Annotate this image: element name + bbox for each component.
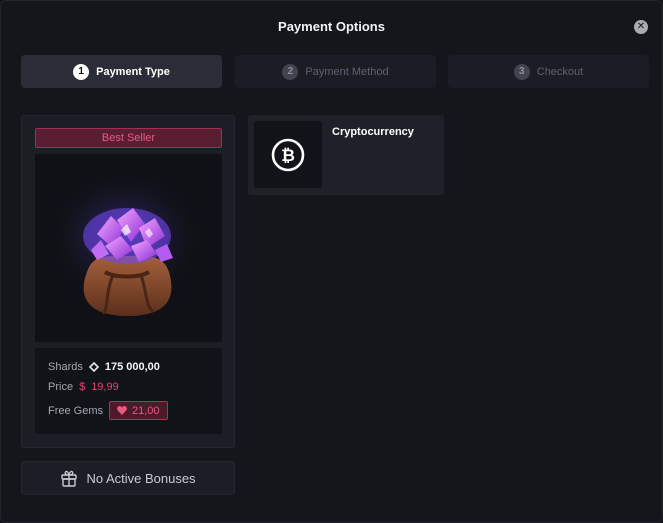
method-icon-box: ₿ — [254, 121, 322, 188]
step-label: Checkout — [536, 65, 584, 78]
tab-checkout[interactable]: 3 Checkout — [448, 55, 649, 88]
tab-payment-type[interactable]: 1 Payment Type — [21, 55, 222, 88]
product-card: Best Seller Shards 175 000,00 Price $ 19… — [21, 115, 235, 448]
step-label: Payment Type — [96, 65, 170, 78]
step-number: 3 — [513, 63, 530, 80]
tab-payment-method[interactable]: 2 Payment Method — [235, 55, 436, 88]
free-gems-value: 21,00 — [132, 404, 160, 417]
price-row: Price $ 19,99 — [48, 381, 119, 393]
step-number: 2 — [282, 63, 299, 80]
shards-label: Shards — [48, 361, 83, 373]
payment-options-modal: Payment Options ✕ 1 Payment Type 2 Payme… — [0, 0, 663, 523]
free-gems-pill: 21,00 — [109, 401, 168, 420]
modal-title: Payment Options — [278, 19, 385, 34]
no-active-bonuses-label: No Active Bonuses — [86, 470, 196, 486]
payment-method-label: Cryptocurrency — [332, 126, 414, 138]
step-label: Payment Method — [305, 65, 389, 78]
bitcoin-icon: ₿ — [271, 138, 305, 171]
close-icon[interactable]: ✕ — [634, 20, 648, 34]
price-value: 19,99 — [91, 381, 119, 393]
best-seller-badge: Best Seller — [35, 128, 222, 148]
no-active-bonuses-button[interactable]: No Active Bonuses — [21, 461, 235, 495]
heart-gem-icon — [117, 406, 127, 415]
payment-method-cryptocurrency[interactable]: ₿ Cryptocurrency — [248, 115, 444, 195]
shards-row: Shards 175 000,00 — [48, 361, 160, 373]
free-gems-row: Free Gems 21,00 — [48, 401, 168, 420]
price-label: Price — [48, 381, 74, 393]
shards-value: 175 000,00 — [104, 361, 160, 373]
gem-sack-image — [35, 154, 222, 342]
step-tabs: 1 Payment Type 2 Payment Method 3 Checko… — [21, 55, 649, 88]
product-stats: Shards 175 000,00 Price $ 19,99 Free Gem… — [35, 348, 222, 434]
gift-icon — [61, 470, 78, 487]
diamond-outline-icon — [88, 362, 99, 372]
svg-text:₿: ₿ — [281, 146, 295, 166]
price-currency: $ — [79, 381, 86, 393]
step-number: 1 — [73, 63, 90, 80]
free-gems-label: Free Gems — [48, 404, 104, 417]
